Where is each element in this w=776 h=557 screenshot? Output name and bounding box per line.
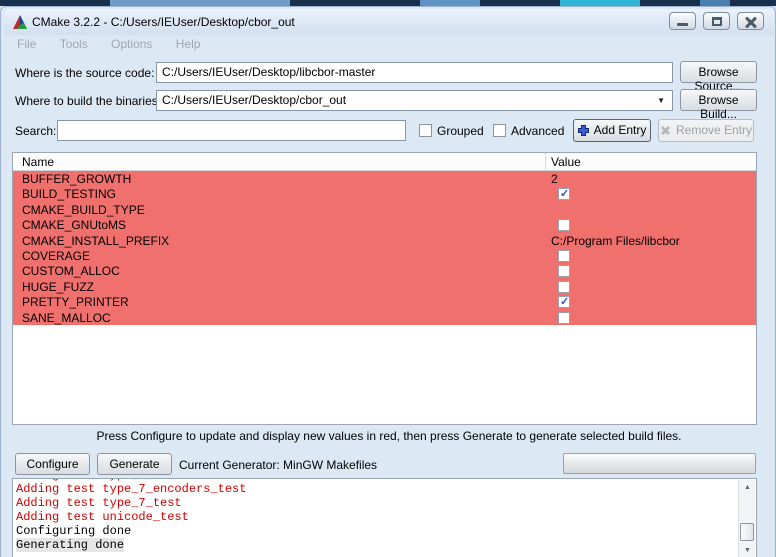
grouped-label[interactable]: Grouped xyxy=(437,124,484,138)
build-path-value: C:/Users/IEUser/Desktop/cbor_out xyxy=(162,93,346,107)
entry-name: BUILD_TESTING xyxy=(22,187,116,201)
window-title: CMake 3.2.2 - C:/Users/IEUser/Desktop/cb… xyxy=(32,15,295,29)
entry-name: CUSTOM_ALLOC xyxy=(22,264,120,278)
column-header-value[interactable]: Value xyxy=(551,155,581,169)
column-header-name[interactable]: Name xyxy=(22,155,54,169)
chevron-down-icon[interactable]: ▼ xyxy=(657,96,665,105)
table-row[interactable]: COVERAGE xyxy=(13,248,756,263)
cache-table: Name Value BUFFER_GROWTH 2 BUILD_TESTING CM… xyxy=(12,152,757,425)
entry-name: CMAKE_INSTALL_PREFIX xyxy=(22,234,169,248)
table-row[interactable]: CMAKE_INSTALL_PREFIX C:/Program Files/lib… xyxy=(13,233,756,248)
scroll-up-icon[interactable]: ▲ xyxy=(739,480,756,495)
log-scrollbar[interactable]: ▲ ▼ xyxy=(738,480,755,557)
remove-entry-button[interactable]: Remove Entry xyxy=(658,119,754,142)
table-row[interactable]: BUFFER_GROWTH 2 xyxy=(13,171,756,186)
menubar: File Tools Options Help xyxy=(5,37,773,57)
output-log[interactable]: Adding test type_6_testAdding test type_… xyxy=(12,478,757,557)
entry-name: CMAKE_GNUtoMS xyxy=(22,218,126,232)
value-checkbox[interactable] xyxy=(558,265,570,277)
entry-name: BUFFER_GROWTH xyxy=(22,172,131,186)
value-checkbox[interactable] xyxy=(558,281,570,293)
cmake-logo-icon xyxy=(12,14,28,30)
log-lines: Adding test type_6_testAdding test type_… xyxy=(16,478,736,552)
configure-button[interactable]: Configure xyxy=(15,453,90,475)
progress-bar xyxy=(563,453,756,474)
entry-name: COVERAGE xyxy=(22,249,90,263)
table-row[interactable]: CMAKE_GNUtoMS xyxy=(13,217,756,232)
entry-name: PRETTY_PRINTER xyxy=(22,295,129,309)
menu-help[interactable]: Help xyxy=(176,37,201,51)
table-row[interactable]: SANE_MALLOC xyxy=(13,310,756,325)
entry-name: CMAKE_BUILD_TYPE xyxy=(22,203,145,217)
log-line: Adding test unicode_test xyxy=(16,510,736,524)
advanced-checkbox[interactable] xyxy=(493,124,506,137)
entry-name: SANE_MALLOC xyxy=(22,311,111,325)
build-binaries-label: Where to build the binaries: xyxy=(15,94,161,108)
source-path-input[interactable]: C:/Users/IEUser/Desktop/libcbor-master xyxy=(156,62,673,83)
table-row[interactable]: CMAKE_BUILD_TYPE xyxy=(13,202,756,217)
table-row[interactable]: CUSTOM_ALLOC xyxy=(13,263,756,278)
titlebar[interactable]: CMake 3.2.2 - C:/Users/IEUser/Desktop/cb… xyxy=(4,9,774,35)
table-row[interactable]: BUILD_TESTING xyxy=(13,186,756,201)
browse-source-button[interactable]: Browse Source... xyxy=(680,61,757,83)
source-code-label: Where is the source code: xyxy=(15,66,154,80)
scroll-down-icon[interactable]: ▼ xyxy=(739,543,756,557)
menu-file[interactable]: File xyxy=(17,37,36,51)
generate-button[interactable]: Generate xyxy=(97,453,172,475)
current-generator-label: Current Generator: MinGW Makefiles xyxy=(179,458,377,472)
close-button[interactable] xyxy=(737,12,764,30)
table-row[interactable]: PRETTY_PRINTER xyxy=(13,294,756,309)
value-checkbox[interactable] xyxy=(558,312,570,324)
screen: CMake 3.2.2 - C:/Users/IEUser/Desktop/cb… xyxy=(0,0,776,557)
entry-value[interactable]: C:/Program Files/libcbor xyxy=(551,234,680,248)
advanced-label[interactable]: Advanced xyxy=(511,124,564,138)
cache-rows: BUFFER_GROWTH 2 BUILD_TESTING CMAKE_BUILD_T… xyxy=(13,171,756,325)
value-checkbox[interactable] xyxy=(558,250,570,262)
build-path-combobox[interactable]: C:/Users/IEUser/Desktop/cbor_out ▼ xyxy=(156,90,673,111)
log-line: Adding test type_7_test xyxy=(16,496,736,510)
add-plus-icon xyxy=(578,125,589,136)
remove-x-icon xyxy=(660,125,671,136)
grouped-checkbox[interactable] xyxy=(419,124,432,137)
log-line: Generating done xyxy=(16,538,736,552)
browse-build-button[interactable]: Browse Build... xyxy=(680,89,757,111)
scrollbar-thumb[interactable] xyxy=(740,523,754,541)
table-row[interactable]: HUGE_FUZZ xyxy=(13,279,756,294)
menu-options[interactable]: Options xyxy=(111,37,152,51)
table-header: Name Value xyxy=(13,153,756,171)
search-label: Search: xyxy=(15,124,56,138)
value-checkbox[interactable] xyxy=(558,296,570,308)
hint-text: Press Configure to update and display ne… xyxy=(1,429,776,443)
column-divider[interactable] xyxy=(545,153,546,171)
maximize-icon xyxy=(712,17,722,26)
minimize-button[interactable] xyxy=(669,12,696,30)
minimize-icon xyxy=(677,23,688,26)
menu-tools[interactable]: Tools xyxy=(60,37,88,51)
log-line: Configuring done xyxy=(16,524,736,538)
log-line: Adding test type_7_encoders_test xyxy=(16,482,736,496)
entry-name: HUGE_FUZZ xyxy=(22,280,94,294)
value-checkbox[interactable] xyxy=(558,219,570,231)
add-entry-label: Add Entry xyxy=(594,123,647,137)
window-controls xyxy=(669,12,764,30)
cmake-window: CMake 3.2.2 - C:/Users/IEUser/Desktop/cb… xyxy=(0,6,776,557)
value-checkbox[interactable] xyxy=(558,188,570,200)
search-input[interactable] xyxy=(57,120,406,141)
entry-value[interactable]: 2 xyxy=(551,172,558,186)
maximize-button[interactable] xyxy=(703,12,730,30)
remove-entry-label: Remove Entry xyxy=(676,123,752,137)
add-entry-button[interactable]: Add Entry xyxy=(573,119,651,142)
